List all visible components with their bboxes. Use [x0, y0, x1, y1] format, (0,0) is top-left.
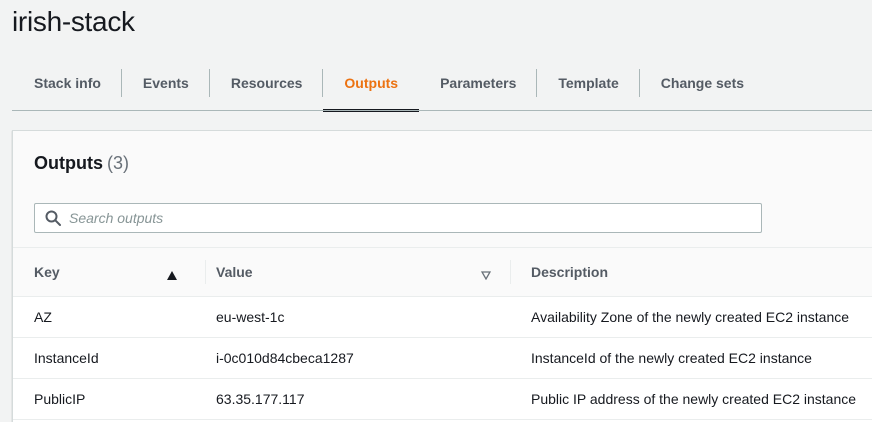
search-icon	[45, 210, 61, 226]
page: irish-stack Stack info Events Resources …	[0, 0, 872, 422]
cell-description: Public IP address of the newly created E…	[531, 391, 857, 407]
table-row: InstanceId i-0c010d84cbeca1287 InstanceI…	[13, 338, 872, 379]
cell-description: InstanceId of the newly created EC2 inst…	[531, 350, 812, 366]
table-row: AZ eu-west-1c Availability Zone of the n…	[13, 297, 872, 338]
tab-label: Template	[558, 75, 619, 91]
tab-events[interactable]: Events	[122, 56, 210, 110]
outputs-panel-header: Outputs (3)	[13, 131, 872, 248]
table-row: PublicIP 63.35.177.117 Public IP address…	[13, 379, 872, 420]
tab-label: Change sets	[660, 75, 745, 91]
search-outputs-box[interactable]	[34, 203, 762, 233]
sort-descending-outline-icon[interactable]	[480, 267, 492, 283]
search-outputs-input[interactable]	[69, 210, 719, 226]
tab-parameters[interactable]: Parameters	[419, 56, 538, 110]
column-header-description: Description	[531, 248, 871, 296]
cell-key: AZ	[34, 309, 52, 325]
column-header-value[interactable]: Value	[216, 248, 511, 296]
outputs-heading: Outputs (3)	[34, 153, 129, 174]
sort-ascending-icon[interactable]	[167, 267, 177, 283]
tab-resources[interactable]: Resources	[210, 56, 324, 110]
tab-bar: Stack info Events Resources Outputs Para…	[12, 56, 872, 112]
tab-label: Outputs	[344, 75, 399, 91]
tab-change-sets[interactable]: Change sets	[640, 56, 765, 110]
cell-key: InstanceId	[34, 350, 99, 366]
cell-value: 63.35.177.117	[216, 391, 305, 407]
outputs-table: Key Value Description AZ eu-west-1c Avai…	[13, 248, 872, 420]
column-separator	[205, 260, 206, 284]
cell-description: Availability Zone of the newly created E…	[531, 309, 850, 325]
outputs-title: Outputs	[34, 153, 103, 173]
cell-value: i-0c010d84cbeca1287	[216, 350, 354, 366]
outputs-count: (3)	[107, 153, 129, 173]
page-title: irish-stack	[12, 6, 135, 37]
column-header-key[interactable]: Key	[34, 248, 214, 296]
tab-template[interactable]: Template	[537, 56, 640, 110]
column-separator	[510, 260, 511, 284]
cell-key: PublicIP	[34, 391, 86, 407]
cell-value: eu-west-1c	[216, 309, 285, 325]
column-label-value: Value	[216, 264, 253, 280]
outputs-panel: Outputs(3) Key	[12, 130, 872, 422]
column-label-key: Key	[34, 264, 60, 280]
tab-stack-info[interactable]: Stack info	[12, 56, 122, 110]
tab-outputs[interactable]: Outputs	[323, 56, 420, 112]
tab-label: Resources	[230, 75, 303, 91]
table-header: Key Value Description	[13, 248, 872, 297]
tabs-divider	[12, 110, 872, 111]
tab-label: Parameters	[440, 75, 517, 91]
column-label-description: Description	[531, 264, 609, 280]
tab-label: Events	[142, 75, 189, 91]
tab-label: Stack info	[34, 75, 101, 91]
